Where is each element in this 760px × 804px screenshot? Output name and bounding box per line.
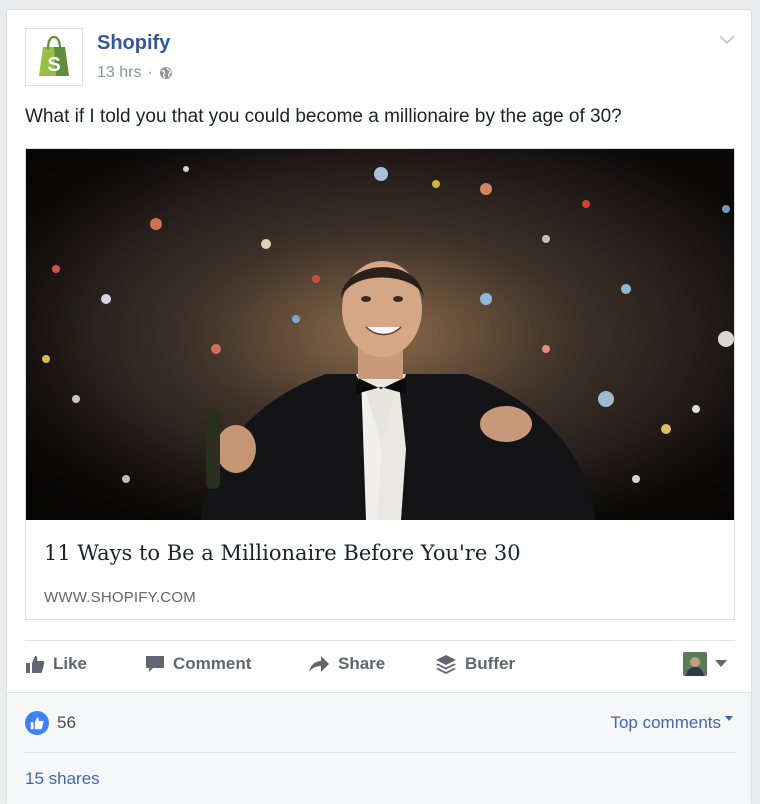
post-card: S Shopify 13 hrs · What if I told you th… — [6, 9, 752, 804]
caret-down-icon — [715, 660, 727, 667]
like-button[interactable]: Like — [25, 646, 87, 682]
comment-icon — [146, 656, 164, 672]
like-reaction-icon — [25, 711, 49, 735]
footer-divider — [25, 752, 735, 753]
buffer-button[interactable]: Buffer — [435, 646, 515, 682]
buffer-label: Buffer — [465, 654, 516, 673]
post-timestamp[interactable]: 13 hrs — [97, 64, 141, 82]
link-domain: WWW.SHOPIFY.COM — [44, 589, 196, 606]
post-actions-bar: Like Comment Share Buffer — [25, 646, 735, 686]
post-as-selector[interactable] — [683, 652, 727, 676]
user-avatar — [683, 652, 707, 676]
thumbs-up-icon — [26, 656, 45, 673]
shares-link[interactable]: 15 shares — [25, 769, 100, 789]
page-avatar[interactable]: S — [25, 28, 83, 86]
link-title[interactable]: 11 Ways to Be a Millionaire Before You'r… — [44, 541, 521, 565]
share-button[interactable]: Share — [308, 646, 385, 682]
comment-button[interactable]: Comment — [145, 646, 251, 682]
post-header: S Shopify 13 hrs · — [25, 28, 725, 88]
comment-label: Comment — [173, 654, 252, 673]
like-label: Like — [53, 654, 88, 673]
shopify-logo-icon: S — [39, 35, 69, 76]
top-comments-label: Top comments — [610, 713, 721, 732]
buffer-stack-icon — [436, 655, 456, 674]
meta-separator: · — [147, 64, 153, 81]
share-arrow-icon — [309, 656, 329, 672]
reactions-summary[interactable]: 56 — [25, 711, 76, 735]
top-comments-dropdown[interactable]: Top comments — [610, 713, 733, 733]
link-preview-image[interactable] — [26, 149, 735, 520]
post-options-chevron-icon[interactable] — [719, 32, 735, 50]
page-name-link[interactable]: Shopify — [97, 32, 170, 55]
svg-text:S: S — [47, 54, 60, 76]
share-label: Share — [338, 654, 386, 673]
post-footer: 56 Top comments 15 shares — [7, 692, 751, 804]
globe-icon — [159, 67, 172, 79]
post-meta: 13 hrs · — [97, 64, 173, 82]
link-preview-card[interactable]: 11 Ways to Be a Millionaire Before You'r… — [25, 148, 735, 620]
post-text: What if I told you that you could become… — [25, 106, 622, 127]
actions-divider — [25, 640, 735, 641]
caret-down-icon — [725, 716, 733, 721]
like-count: 56 — [57, 713, 76, 732]
